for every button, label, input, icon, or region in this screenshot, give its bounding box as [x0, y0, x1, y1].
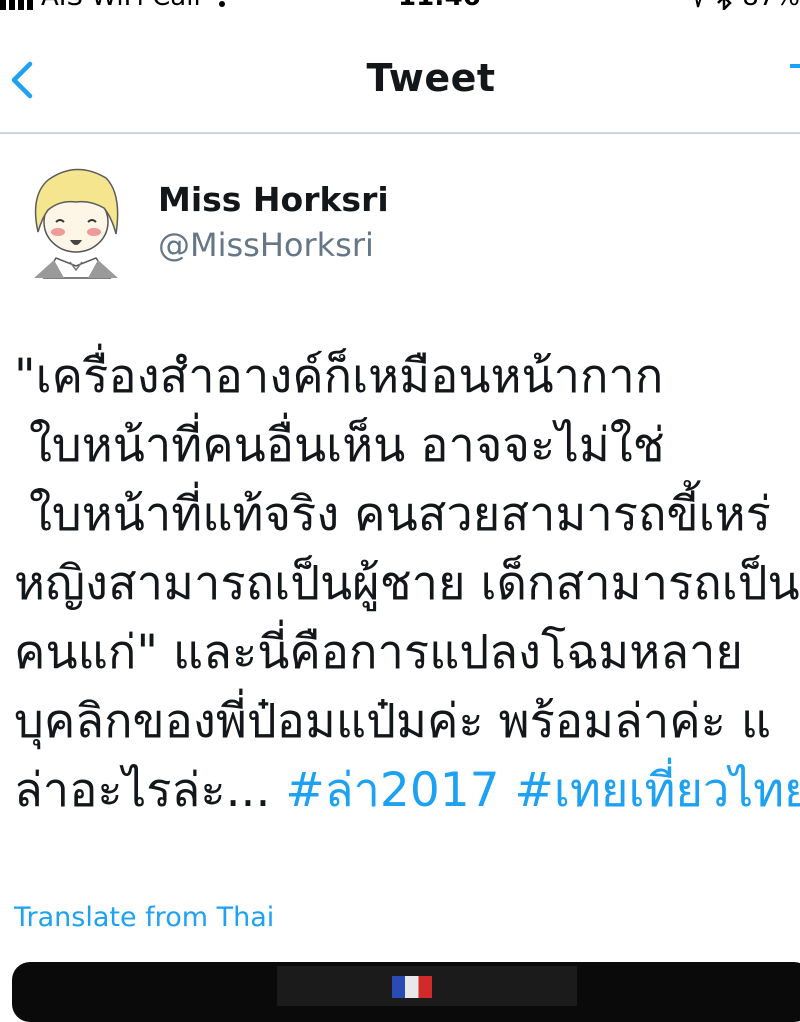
tweet-line: คนแก่" และนี่คือการแปลงโฉมหลาย: [14, 618, 800, 687]
compose-icon[interactable]: [790, 64, 800, 68]
tweet-text: "เครื่องสำอางค์ก็เหมือนหน้ากาก ใบหน้าที่…: [14, 342, 800, 825]
tweet-line: ล่าอะไรล่ะ...: [14, 763, 285, 818]
wifi-icon: [209, 0, 235, 8]
navigation-bar: Tweet: [0, 40, 800, 134]
location-icon: [686, 0, 706, 9]
author-handle[interactable]: @MissHorksri: [158, 226, 374, 264]
hashtag-link[interactable]: #ล่า2017: [285, 763, 499, 818]
carrier-label: AIS WiFi Call: [41, 0, 201, 12]
flag-image: [392, 976, 432, 998]
tweet-line: หญิงสามารถเป็นผู้ชาย เด็กสามารถเป็น: [14, 549, 800, 618]
media-preview[interactable]: [12, 962, 800, 1022]
signal-icon: [0, 0, 33, 10]
tweet-line: "เครื่องสำอางค์ก็เหมือนหน้ากาก: [14, 342, 800, 411]
tweet-line-last: ล่าอะไรล่ะ... #ล่า2017 #เทยเที่ยวไทย: [14, 756, 800, 825]
translate-link[interactable]: Translate from Thai: [14, 902, 274, 933]
tweet-line: ใบหน้าที่แท้จริง คนสวยสามารถขี้เหร่: [14, 480, 800, 549]
battery-label: 87%: [742, 0, 800, 12]
bluetooth-icon: [716, 0, 732, 10]
avatar[interactable]: [24, 160, 128, 280]
tweet-line: ใบหน้าที่คนอื่นเห็น อาจจะไม่ใช่: [14, 411, 800, 480]
tweet-line: บุคลิกของพี่ป๋อมแป๋มค่ะ พร้อมล่าค่ะ แ: [14, 687, 800, 756]
clock: 11:46: [398, 0, 481, 12]
status-bar: AIS WiFi Call 11:46 87%: [0, 0, 800, 14]
hashtag-link[interactable]: #เทยเที่ยวไทย: [515, 763, 800, 818]
page-title: Tweet: [0, 56, 800, 100]
author-name[interactable]: Miss Horksri: [158, 180, 389, 219]
